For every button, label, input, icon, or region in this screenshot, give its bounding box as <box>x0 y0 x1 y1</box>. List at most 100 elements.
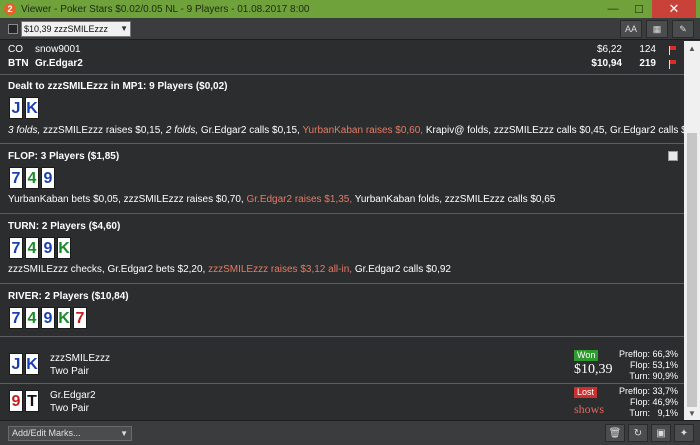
scroll-up-icon[interactable]: ▲ <box>684 41 700 55</box>
maximize-button[interactable]: ☐ <box>626 0 652 18</box>
player-row: BTN Gr.Edgar2 $10,94 219 <box>8 58 680 71</box>
action-raise-text: Gr.Edgar2 raises $1,35, <box>246 194 353 205</box>
font-size-icon[interactable]: AA <box>620 20 642 38</box>
preflop-actions: 3 folds, zzzSMILEzzz raises $0,15, 2 fol… <box>8 125 684 136</box>
flop-heading: FLOP: 3 Players ($1,85) <box>8 151 120 162</box>
action-text: 2 folds, <box>165 125 199 136</box>
playing-card: 9 <box>41 167 55 189</box>
refresh-icon[interactable]: ↻ <box>628 424 648 442</box>
won-badge: Won <box>574 350 599 361</box>
playing-card: K <box>57 237 71 259</box>
player-bb: 219 <box>639 58 656 69</box>
playing-card: T <box>25 390 39 412</box>
edit-icon[interactable]: ✎ <box>672 20 694 38</box>
action-raise-text: zzzSMILEzzz raises $3,12 all-in, <box>208 264 353 275</box>
select-checkbox[interactable] <box>8 24 18 34</box>
scrollbar-thumb[interactable] <box>687 133 697 407</box>
stat-value: 9,1% <box>657 408 678 418</box>
playing-card: J <box>9 353 23 375</box>
minimize-button[interactable]: — <box>600 0 626 18</box>
turn-cards: 749K <box>9 237 71 259</box>
vertical-scrollbar[interactable]: ▲ ▼ <box>684 41 700 420</box>
divider <box>0 283 684 284</box>
playing-card: 7 <box>9 307 23 329</box>
status-bar: Add/Edit Marks... ▼ 🗑 ↻ ▣ ✦ <box>0 420 700 445</box>
marks-dropdown[interactable]: Add/Edit Marks... ▼ <box>8 426 132 441</box>
result-cards: 9T <box>9 390 39 412</box>
river-cards: 749K7 <box>9 307 87 329</box>
flag-icon <box>668 60 676 69</box>
hand-history-panel: CO snow9001 $6,22 124 BTN Gr.Edgar2 $10,… <box>0 41 684 420</box>
playing-card: 9 <box>41 307 55 329</box>
stat-label: Preflop: <box>618 386 650 396</box>
playing-card: 7 <box>73 307 87 329</box>
player-row: CO snow9001 $6,22 124 <box>8 44 680 57</box>
player-name[interactable]: snow9001 <box>35 44 81 55</box>
playing-card: K <box>25 97 39 119</box>
stat-label: Preflop: <box>618 349 650 359</box>
hand-selector[interactable]: $10,39 zzzSMILEzzz ▼ <box>21 21 131 37</box>
result-row: 9T Gr.Edgar2 Two Pair Lost shows Preflop… <box>0 386 684 420</box>
save-icon[interactable]: ▣ <box>651 424 671 442</box>
playing-card: 7 <box>9 167 23 189</box>
hole-cards: JK <box>9 97 39 119</box>
stat-label: Turn: <box>629 371 650 381</box>
scroll-down-icon[interactable]: ▼ <box>684 406 700 420</box>
action-text: zzzSMILEzzz raises $0,15, <box>40 125 166 136</box>
player-position: CO <box>8 44 23 55</box>
result-player-name[interactable]: zzzSMILEzzz <box>50 353 110 364</box>
stat-value: 53,1% <box>652 360 678 370</box>
note-icon[interactable] <box>668 151 678 161</box>
lost-badge: Lost <box>574 387 598 398</box>
title-bar: 2 Viewer - Poker Stars $0.02/0.05 NL - 9… <box>0 0 700 18</box>
result-cards: JK <box>9 353 39 375</box>
action-text: Gr.Edgar2 calls $0,15, <box>198 125 303 136</box>
playing-card: 7 <box>9 237 23 259</box>
stat-label: Turn: <box>629 408 650 418</box>
action-text: YurbanKaban bets $0,05, zzzSMILEzzz rais… <box>8 194 247 205</box>
divider <box>0 336 684 337</box>
stat-value: 46,9% <box>652 397 678 407</box>
flop-cards: 749 <box>9 167 55 189</box>
hand-selector-value: $10,39 zzzSMILEzzz <box>24 24 109 34</box>
stat-value: 90,9% <box>652 371 678 381</box>
toolbar: $10,39 zzzSMILEzzz ▼ AA ▦ ✎ <box>0 18 700 40</box>
toolbar-icons: AA ▦ ✎ <box>620 20 694 38</box>
action-text: YurbanKaban folds, zzzSMILEzzz calls $0,… <box>352 194 556 205</box>
statusbar-icons: 🗑 ↻ ▣ ✦ <box>605 424 694 442</box>
action-raise-text: YurbanKaban raises $0,60, <box>302 125 424 136</box>
stat-label: Flop: <box>629 397 650 407</box>
result-player-name[interactable]: Gr.Edgar2 <box>50 390 96 401</box>
preflop-heading: Dealt to zzzSMILEzzz in MP1: 9 Players (… <box>8 81 228 92</box>
action-text: zzzSMILEzzz checks, Gr.Edgar2 bets $2,20… <box>8 264 209 275</box>
playing-card: K <box>25 353 39 375</box>
stat-value: 33,7% <box>652 386 678 396</box>
twitter-icon[interactable]: ✦ <box>674 424 694 442</box>
trash-icon[interactable]: 🗑 <box>605 424 625 442</box>
grid-icon[interactable]: ▦ <box>646 20 668 38</box>
flag-icon <box>668 46 676 55</box>
marks-label: Add/Edit Marks... <box>12 428 81 438</box>
player-bb: 124 <box>639 44 656 55</box>
flop-actions: YurbanKaban bets $0,05, zzzSMILEzzz rais… <box>8 194 555 205</box>
equity-stats: Preflop: 66,3% Flop: 53,1% Turn: 90,9% <box>612 349 678 382</box>
close-button[interactable]: ✕ <box>652 0 696 18</box>
equity-stats: Preflop: 33,7% Flop: 46,9% Turn: 9,1% <box>612 386 678 419</box>
result-hand: Two Pair <box>50 403 89 414</box>
playing-card: 9 <box>9 390 23 412</box>
playing-card: 9 <box>41 237 55 259</box>
playing-card: J <box>9 97 23 119</box>
chevron-down-icon: ▼ <box>120 429 128 438</box>
result-amount: $10,39 <box>574 362 613 377</box>
player-position: BTN <box>8 58 29 69</box>
window-title: Viewer - Poker Stars $0.02/0.05 NL - 9 P… <box>21 3 310 15</box>
stat-value: 66,3% <box>652 349 678 359</box>
action-text: 3 folds, <box>8 125 41 136</box>
playing-card: K <box>57 307 71 329</box>
playing-card: 4 <box>25 307 39 329</box>
result-hand: Two Pair <box>50 366 89 377</box>
player-name[interactable]: Gr.Edgar2 <box>35 58 83 69</box>
divider <box>0 74 684 75</box>
chevron-down-icon: ▼ <box>120 24 128 33</box>
playing-card: 4 <box>25 167 39 189</box>
